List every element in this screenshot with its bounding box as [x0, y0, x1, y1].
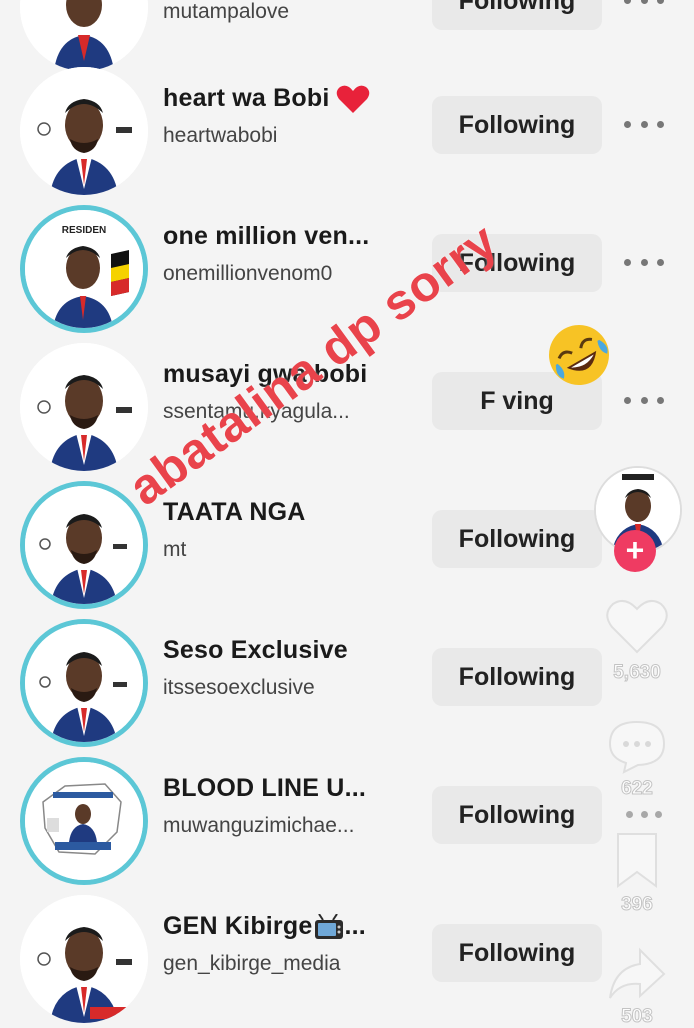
- account-handle: mutampalove: [163, 0, 290, 23]
- following-list: mutampalove Following heart wa Bobi hear…: [0, 0, 694, 1024]
- following-button[interactable]: Following: [432, 510, 602, 568]
- account-handle: itssesoexclusive: [163, 676, 315, 699]
- rolling-laughing-emoji: [549, 325, 609, 385]
- account-handle: gen_kibirge_media: [163, 952, 341, 975]
- save-count: 396: [621, 894, 654, 916]
- following-button[interactable]: Following: [432, 96, 602, 154]
- list-item[interactable]: heart wa Bobi heartwabobi Following: [0, 62, 694, 200]
- comment-icon[interactable]: [606, 718, 668, 774]
- red-heart-icon: [336, 86, 369, 114]
- avatar[interactable]: [20, 757, 148, 885]
- share-icon[interactable]: [606, 946, 668, 1002]
- list-item[interactable]: GEN Kibirge... gen_kibirge_media Followi…: [0, 890, 694, 1028]
- avatar[interactable]: [20, 481, 148, 609]
- share-count: 503: [621, 1006, 654, 1028]
- tv-icon: [315, 914, 344, 940]
- more-options-icon[interactable]: [624, 0, 664, 10]
- avatar[interactable]: [20, 619, 148, 747]
- account-name: GEN Kibirge...: [163, 912, 366, 940]
- account-name: BLOOD LINE U...: [163, 774, 366, 802]
- account-name: one million ven...: [163, 222, 370, 250]
- avatar[interactable]: [20, 895, 148, 1023]
- list-item[interactable]: BLOOD LINE U... muwanguzimichae... Follo…: [0, 752, 694, 890]
- account-name: TAATA NGA: [163, 498, 306, 526]
- svg-text:RESIDEN: RESIDEN: [62, 225, 106, 236]
- following-button[interactable]: Following: [432, 786, 602, 844]
- account-handle: muwanguzimichae...: [163, 814, 355, 837]
- list-item[interactable]: TAATA NGA mt Following: [0, 476, 694, 614]
- list-item[interactable]: Seso Exclusive itssesoexclusive Followin…: [0, 614, 694, 752]
- more-options-icon[interactable]: [626, 804, 662, 824]
- avatar[interactable]: [20, 67, 148, 195]
- avatar[interactable]: [20, 343, 148, 471]
- bookmark-icon[interactable]: [606, 832, 668, 888]
- more-options-icon[interactable]: [624, 252, 664, 272]
- more-options-icon[interactable]: [624, 114, 664, 134]
- heart-icon[interactable]: [606, 598, 668, 654]
- following-button[interactable]: Following: [432, 0, 602, 30]
- account-handle: onemillionvenom0: [163, 262, 333, 285]
- account-name: heart wa Bobi: [163, 84, 370, 114]
- account-name: Seso Exclusive: [163, 636, 348, 664]
- comment-count: 622: [621, 778, 654, 800]
- account-handle: heartwabobi: [163, 124, 278, 147]
- following-button[interactable]: Following: [432, 648, 602, 706]
- account-handle: mt: [163, 538, 187, 561]
- more-options-icon[interactable]: [624, 390, 664, 410]
- follow-plus-button[interactable]: +: [614, 530, 656, 572]
- following-button[interactable]: Following: [432, 924, 602, 982]
- avatar[interactable]: [20, 0, 148, 71]
- like-count: 5,630: [613, 662, 662, 684]
- avatar[interactable]: RESIDEN: [20, 205, 148, 333]
